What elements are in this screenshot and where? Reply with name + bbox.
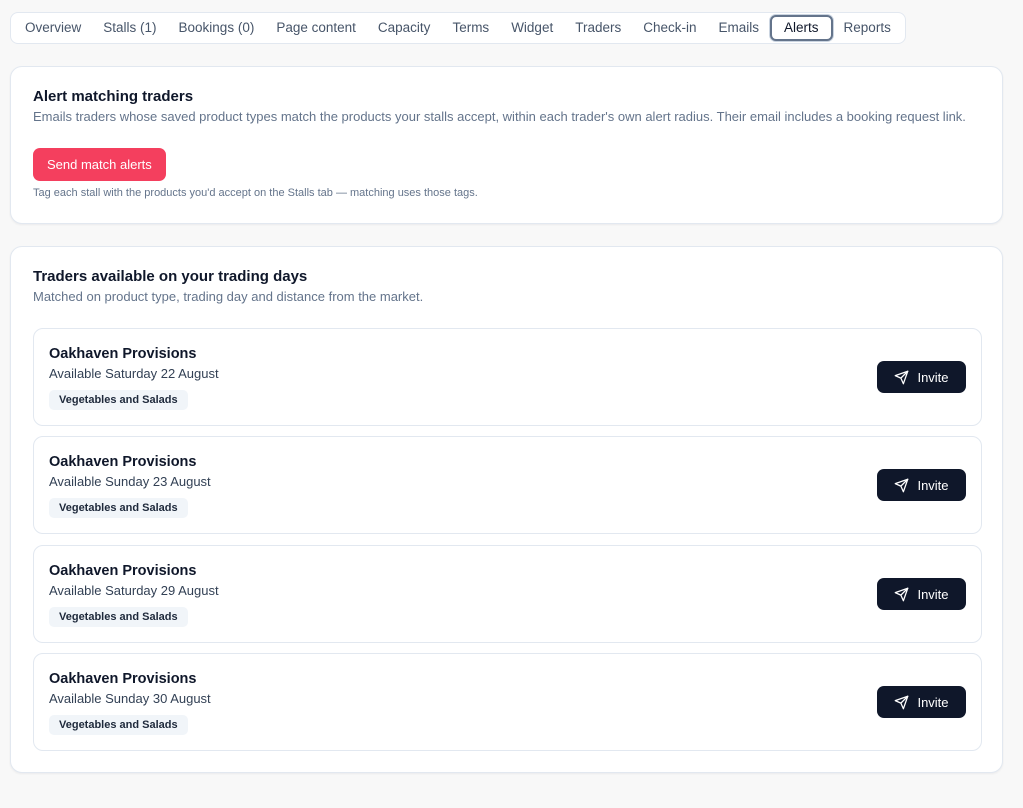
tab-capacity[interactable]: Capacity [367, 15, 442, 41]
tab-bar: Overview Stalls (1) Bookings (0) Page co… [10, 12, 906, 44]
send-icon [895, 695, 909, 709]
invite-button-label: Invite [917, 369, 949, 385]
trader-availability: Available Saturday 29 August [49, 583, 219, 598]
tab-terms[interactable]: Terms [441, 15, 500, 41]
trader-name: Oakhaven Provisions [49, 346, 197, 362]
tab-emails[interactable]: Emails [708, 15, 771, 41]
tab-reports[interactable]: Reports [833, 15, 902, 41]
tab-traders[interactable]: Traders [564, 15, 632, 41]
invite-button-label: Invite [917, 694, 949, 710]
tab-bookings[interactable]: Bookings (0) [168, 15, 266, 41]
tab-overview[interactable]: Overview [14, 15, 92, 41]
tab-alerts[interactable]: Alerts [770, 15, 833, 41]
product-tag: Vegetables and Salads [49, 715, 188, 735]
invite-button-label: Invite [917, 586, 949, 602]
tab-widget[interactable]: Widget [500, 15, 564, 41]
traders-card-description: Matched on product type, trading day and… [33, 289, 424, 304]
invite-button-label: Invite [917, 477, 949, 493]
trader-name: Oakhaven Provisions [49, 454, 197, 470]
alert-card-description: Emails traders whose saved product types… [33, 109, 966, 124]
alert-card-title: Alert matching traders [33, 88, 194, 105]
invite-button[interactable]: Invite [877, 361, 966, 393]
trader-name: Oakhaven Provisions [49, 671, 197, 687]
trader-name: Oakhaven Provisions [49, 563, 197, 579]
available-traders-card: Traders available on your trading days M… [10, 246, 1003, 773]
trader-item: Oakhaven Provisions Available Saturday 2… [33, 545, 982, 643]
trader-availability: Available Saturday 22 August [49, 366, 219, 381]
send-icon [895, 587, 909, 601]
alert-matching-card: Alert matching traders Emails traders wh… [10, 66, 1003, 224]
invite-button[interactable]: Invite [877, 578, 966, 610]
alert-card-hint: Tag each stall with the products you'd a… [33, 187, 478, 199]
trader-item: Oakhaven Provisions Available Sunday 30 … [33, 653, 982, 751]
trader-availability: Available Sunday 23 August [49, 474, 211, 489]
trader-availability: Available Sunday 30 August [49, 691, 211, 706]
tab-page-content[interactable]: Page content [265, 15, 367, 41]
send-icon [895, 478, 909, 492]
tab-check-in[interactable]: Check-in [632, 15, 707, 41]
send-match-alerts-button[interactable]: Send match alerts [33, 148, 166, 181]
invite-button[interactable]: Invite [877, 469, 966, 501]
product-tag: Vegetables and Salads [49, 390, 188, 410]
product-tag: Vegetables and Salads [49, 607, 188, 627]
trader-item: Oakhaven Provisions Available Sunday 23 … [33, 436, 982, 534]
trader-item: Oakhaven Provisions Available Saturday 2… [33, 328, 982, 426]
send-icon [895, 370, 909, 384]
tab-stalls[interactable]: Stalls (1) [92, 15, 167, 41]
traders-card-title: Traders available on your trading days [33, 268, 308, 285]
product-tag: Vegetables and Salads [49, 498, 188, 518]
invite-button[interactable]: Invite [877, 686, 966, 718]
